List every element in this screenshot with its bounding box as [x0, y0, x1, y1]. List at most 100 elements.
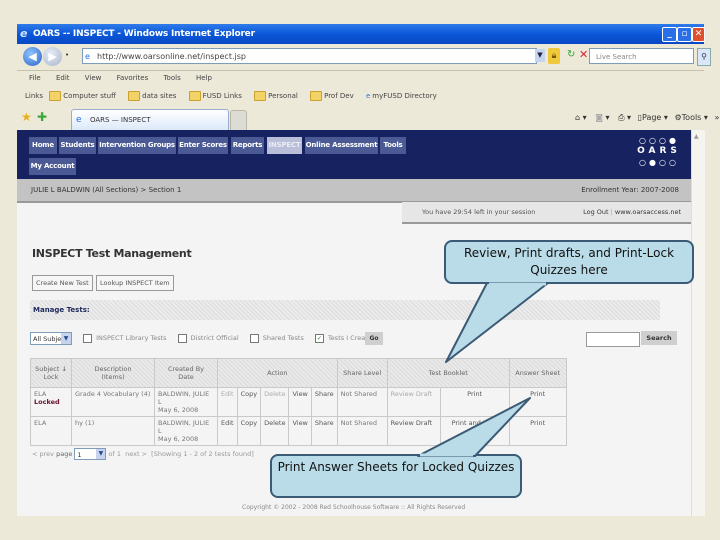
menu-help[interactable]: Help — [196, 74, 212, 82]
subject: ELA — [34, 419, 47, 427]
checkbox-shared-tests[interactable] — [249, 333, 259, 343]
sort-arrow-icon: ↓ — [61, 365, 67, 373]
search-button[interactable]: Search — [641, 331, 677, 345]
enrollment-year: Enrollment Year: 2007-2008 — [581, 186, 679, 194]
edit-link[interactable]: Edit — [217, 416, 238, 446]
nav-enter-scores[interactable]: Enter Scores — [178, 137, 228, 154]
page-select[interactable]: 1 ▼ — [74, 448, 107, 460]
add-favorites-icon[interactable]: ✚ — [37, 111, 47, 123]
prev-link[interactable]: < prev — [32, 450, 54, 458]
share-link[interactable]: Share — [310, 387, 338, 417]
share-link[interactable]: Share — [310, 416, 338, 446]
copy-link[interactable]: Copy — [236, 416, 262, 446]
feeds-icon[interactable]: ◙ — [595, 113, 603, 122]
command-bar: ⌂ ▾ ◙ ▾ ⎙ ▾ ▯Page ▾ ⚙Tools ▾ » — [575, 113, 720, 122]
checkbox-district-official[interactable] — [177, 333, 187, 343]
forward-button[interactable]: ▶ — [43, 47, 62, 66]
checkbox-inspect-library[interactable] — [83, 333, 93, 343]
refresh-icon[interactable]: ↻ — [567, 49, 575, 60]
favorites-star-icon[interactable]: ★ — [21, 111, 32, 123]
checkbox-tests-i-created[interactable]: ✓ — [314, 333, 324, 343]
menu-tools[interactable]: Tools — [163, 74, 180, 82]
site-link[interactable]: www.oarsaccess.net — [615, 208, 681, 216]
nav-students[interactable]: Students — [59, 137, 96, 154]
link-label: FUSD Links — [202, 92, 242, 100]
address-input[interactable]: e http://www.oarsonline.net/inspect.jsp — [82, 48, 537, 64]
ie-logo-icon: e — [20, 27, 28, 40]
window-title: OARS -- INSPECT - Windows Internet Explo… — [33, 29, 255, 39]
vertical-scrollbar[interactable]: ▲ — [691, 130, 705, 516]
address-url: http://www.oarsonline.net/inspect.jsp — [97, 52, 246, 61]
new-tab-button[interactable] — [230, 110, 247, 131]
menu-view[interactable]: View — [85, 74, 102, 82]
breadcrumb[interactable]: JULIE L BALDWIN (All Sections) > Section… — [31, 179, 181, 201]
menu-edit[interactable]: Edit — [56, 74, 70, 82]
minimize-button[interactable]: _ — [662, 27, 677, 42]
print-icon[interactable]: ⎙ — [618, 113, 624, 122]
review-draft-link[interactable]: Review Draft — [386, 416, 441, 446]
chevron-down-icon: ▼ — [96, 449, 106, 459]
callout-print-answer-sheets: Print Answer Sheets for Locked Quizzes — [270, 454, 522, 498]
checkbox-label: District Official — [190, 334, 239, 342]
delete-link[interactable]: Delete — [260, 416, 290, 446]
print-answer-sheet-link[interactable]: Print — [508, 387, 567, 417]
table-row: ELA Locked Grade 4 Vocabulary (4) BALDWIN… — [30, 387, 567, 417]
search-icon[interactable]: ⚲ — [697, 48, 711, 66]
col-subject[interactable]: Subject ↓ Lock — [30, 358, 72, 388]
print-and-lock-link[interactable]: Print and Lock — [439, 416, 510, 446]
link-item[interactable]: data sites — [128, 91, 177, 101]
header-label: Subject — [35, 365, 60, 373]
link-label: data sites — [142, 92, 177, 100]
security-lock-icon[interactable]: 🔒︎ — [548, 48, 560, 64]
view-link[interactable]: View — [288, 416, 312, 446]
home-icon[interactable]: ⌂ — [575, 113, 580, 122]
nav-inspect[interactable]: INSPECT — [267, 137, 302, 154]
link-item[interactable]: Personal — [254, 91, 298, 101]
chevron-more-icon[interactable]: » — [714, 113, 719, 122]
close-button[interactable]: ✕ — [692, 27, 705, 42]
history-dropdown-icon[interactable]: • — [65, 51, 69, 59]
header-sublabel: Lock — [43, 373, 59, 381]
view-link[interactable]: View — [288, 387, 312, 417]
print-booklet-link[interactable]: Print — [439, 387, 510, 417]
nav-reports[interactable]: Reports — [231, 137, 264, 154]
nav-online-assessment[interactable]: Online Assessment — [305, 137, 378, 154]
lookup-inspect-item-button[interactable]: Lookup INSPECT Item — [96, 275, 174, 291]
nav-intervention-groups[interactable]: Intervention Groups — [98, 137, 176, 154]
next-link[interactable]: next > — [125, 450, 147, 458]
created-date: May 6, 2008 — [158, 435, 199, 443]
subject-select[interactable]: All Subjects ▼ — [30, 331, 72, 345]
create-new-test-button[interactable]: Create New Test — [32, 275, 93, 291]
live-search-input[interactable]: Live Search — [589, 48, 694, 64]
scroll-up-icon[interactable]: ▲ — [694, 133, 702, 143]
menu-file[interactable]: File — [29, 74, 41, 82]
nav-my-account[interactable]: My Account — [29, 158, 76, 175]
link-item[interactable]: FUSD Links — [188, 91, 242, 101]
logo-dots-top: ○○○● — [639, 136, 679, 145]
browser-tab[interactable]: e OARS — INSPECT — [71, 109, 229, 130]
stop-icon[interactable]: ✕ — [579, 48, 588, 61]
nav-home[interactable]: Home — [29, 137, 57, 154]
links-label: Links — [25, 92, 43, 100]
col-test-booklet: Test Booklet — [386, 358, 510, 388]
logo-dots-bottom: ○●○○ — [639, 158, 679, 167]
back-button[interactable]: ◀ — [23, 47, 42, 66]
logout-link[interactable]: Log Out — [583, 208, 608, 216]
page-menu[interactable]: ▯Page ▾ — [638, 113, 668, 122]
test-search-input[interactable] — [586, 332, 640, 347]
page-count: of 1 — [108, 450, 121, 458]
edit-link: Edit — [217, 387, 238, 417]
print-answer-sheet-link[interactable]: Print — [508, 416, 567, 446]
link-item[interactable]: e myFUSD Directory — [366, 92, 437, 100]
menu-favorites[interactable]: Favorites — [117, 74, 149, 82]
link-item[interactable]: Computer stuff — [49, 91, 116, 101]
table-row: ELA hy (1) BALDWIN, JULIE L May 6, 2008 E… — [30, 416, 567, 446]
address-dropdown-icon[interactable]: ▼ — [535, 49, 545, 62]
link-item[interactable]: Prof Dev — [310, 91, 354, 101]
cell-created: BALDWIN, JULIE L May 6, 2008 — [154, 387, 218, 417]
copy-link[interactable]: Copy — [236, 387, 262, 417]
restore-button[interactable]: ▫ — [677, 27, 692, 42]
nav-tools[interactable]: Tools — [380, 137, 406, 154]
go-button[interactable]: Go — [365, 332, 383, 345]
tools-menu[interactable]: ⚙Tools ▾ — [674, 113, 707, 122]
